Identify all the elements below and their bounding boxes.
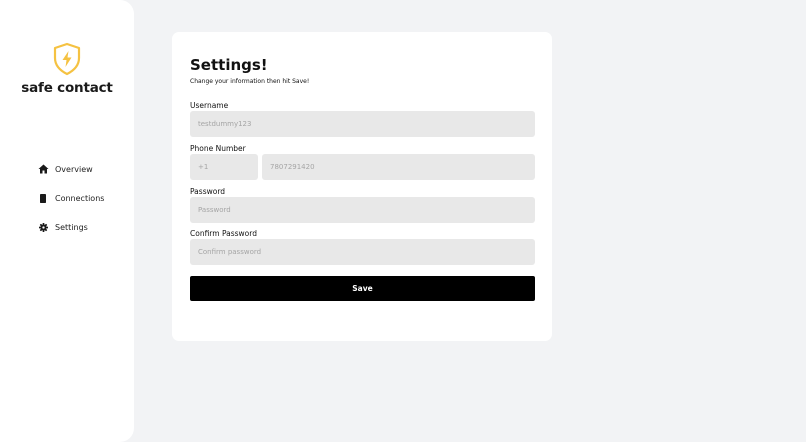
sidebar: safe contact Overview Connections Settin… bbox=[0, 0, 134, 442]
phone-number-field[interactable] bbox=[262, 154, 535, 180]
sidebar-item-label: Connections bbox=[55, 193, 105, 203]
bookmark-icon bbox=[37, 192, 49, 204]
phone-label: Phone Number bbox=[190, 144, 246, 153]
brand-name: safe contact bbox=[21, 80, 113, 96]
logo bbox=[0, 42, 134, 76]
shield-bolt-icon bbox=[53, 42, 81, 76]
page-subtitle: Change your information then hit Save! bbox=[190, 78, 310, 85]
sidebar-item-overview[interactable]: Overview bbox=[37, 162, 104, 176]
page-title: Settings! bbox=[190, 56, 268, 74]
sidebar-item-settings[interactable]: Settings bbox=[37, 220, 104, 234]
save-button[interactable]: Save bbox=[190, 276, 535, 301]
username-label: Username bbox=[190, 101, 229, 110]
confirm-password-label: Confirm Password bbox=[190, 229, 257, 238]
confirm-password-field[interactable] bbox=[190, 239, 535, 265]
sidebar-item-label: Overview bbox=[55, 164, 93, 174]
sidebar-item-label: Settings bbox=[55, 222, 88, 232]
password-label: Password bbox=[190, 187, 226, 196]
home-icon bbox=[37, 163, 49, 175]
country-code-field[interactable] bbox=[190, 154, 258, 180]
username-field[interactable] bbox=[190, 111, 535, 137]
gear-icon bbox=[37, 221, 49, 233]
settings-card: Settings! Change your information then h… bbox=[172, 32, 552, 341]
sidebar-nav: Overview Connections Settings bbox=[37, 162, 104, 249]
password-field[interactable] bbox=[190, 197, 535, 223]
sidebar-item-connections[interactable]: Connections bbox=[37, 191, 104, 205]
